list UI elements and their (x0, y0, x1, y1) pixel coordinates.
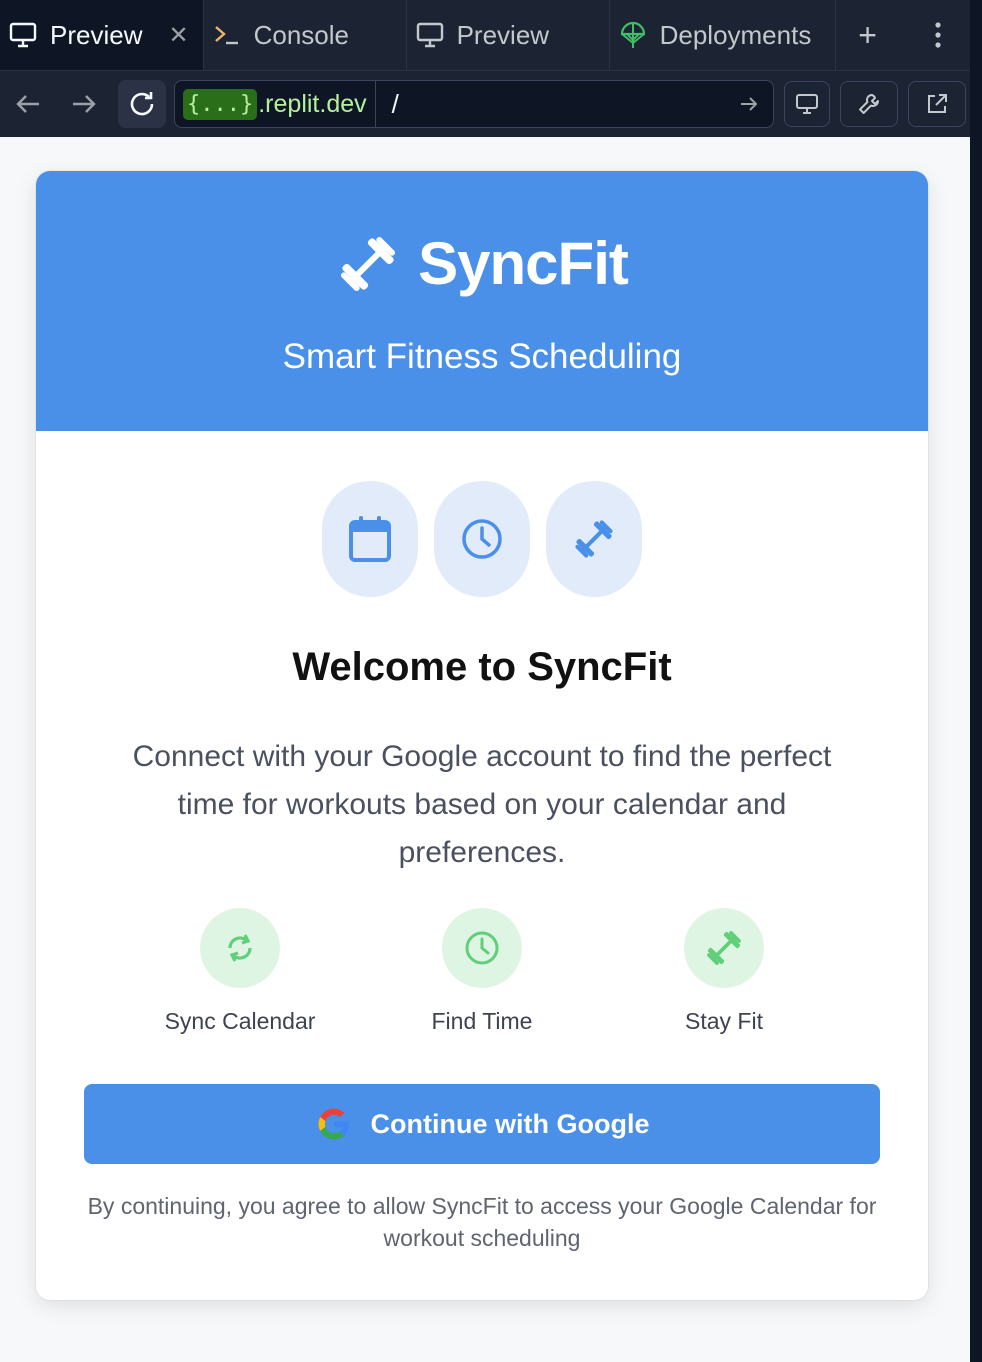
preview-viewport: SyncFit Smart Fitness Scheduling Welcome… (0, 137, 970, 1362)
step-find-time: Find Time (402, 908, 562, 1035)
tab-console[interactable]: Console (204, 0, 407, 70)
url-domain: .replit.dev (258, 89, 367, 118)
devtools-button[interactable] (840, 81, 898, 127)
tab-label: Deployments (659, 19, 812, 50)
monitor-icon (796, 94, 818, 114)
url-bar[interactable]: {...} .replit.dev / (174, 80, 774, 128)
reload-icon (130, 92, 154, 116)
dumbbell-icon (341, 236, 396, 291)
step-sync-calendar: Sync Calendar (160, 908, 320, 1035)
wrench-icon (859, 93, 880, 114)
forward-button[interactable] (60, 80, 108, 128)
continue-with-google-button[interactable]: Continue with Google (84, 1084, 880, 1164)
plus-icon: + (858, 16, 877, 53)
dumbbell-icon (575, 520, 613, 558)
brand: SyncFit (36, 229, 928, 298)
arrow-right-icon (73, 95, 96, 113)
step-icon-circle (684, 908, 764, 988)
tab-menu-button[interactable] (906, 0, 970, 70)
login-card: SyncFit Smart Fitness Scheduling Welcome… (36, 171, 928, 1300)
sync-icon (228, 934, 252, 962)
device-preview-button[interactable] (784, 81, 830, 127)
url-go-button[interactable] (725, 95, 773, 113)
dumbbell-pill (546, 481, 642, 597)
intro-text: Connect with your Google account to find… (132, 740, 832, 869)
workspace-tab-bar: Preview ✕ Console Preview Deployments + (0, 0, 970, 71)
reload-button[interactable] (118, 80, 166, 128)
add-tab-button[interactable]: + (836, 0, 900, 70)
tab-preview-active[interactable]: Preview ✕ (0, 0, 204, 70)
arrow-right-icon (741, 97, 758, 111)
url-repl-tag: {...} (183, 88, 258, 120)
step-stay-fit: Stay Fit (644, 908, 804, 1035)
app-name: SyncFit (418, 230, 629, 297)
step-icon-circle (200, 908, 280, 988)
step-label: Stay Fit (685, 1008, 763, 1034)
step-icon-circle (442, 908, 522, 988)
tab-label: Preview (50, 19, 143, 50)
calendar-icon (349, 516, 391, 562)
url-path-input[interactable]: / (392, 89, 725, 120)
external-link-icon (928, 94, 947, 113)
google-button-label: Continue with Google (370, 1108, 650, 1139)
clock-icon (465, 931, 499, 965)
consent-disclaimer: By continuing, you agree to allow SyncFi… (87, 1193, 877, 1251)
dumbbell-icon (707, 931, 741, 965)
feature-pills (36, 481, 928, 597)
monitor-icon (415, 20, 445, 50)
tab-label: Preview (456, 19, 550, 50)
feature-steps: Sync Calendar Find Time Stay Fit (36, 908, 928, 1035)
close-icon[interactable]: ✕ (168, 21, 188, 50)
deploy-icon (618, 20, 648, 50)
open-new-tab-button[interactable] (908, 81, 966, 127)
calendar-pill (322, 481, 418, 597)
tab-preview[interactable]: Preview (407, 0, 610, 70)
kebab-menu-icon (935, 22, 941, 48)
tab-deployments[interactable]: Deployments (610, 0, 836, 70)
app-tagline: Smart Fitness Scheduling (282, 337, 682, 376)
window-edge (970, 0, 982, 1362)
clock-icon (462, 519, 502, 559)
arrow-left-icon (16, 95, 39, 113)
clock-pill (434, 481, 530, 597)
monitor-icon (8, 20, 38, 50)
url-host: {...} .replit.dev (175, 81, 376, 127)
step-label: Sync Calendar (164, 1008, 316, 1034)
back-button[interactable] (4, 80, 52, 128)
tab-label: Console (253, 19, 349, 50)
card-header: SyncFit Smart Fitness Scheduling (36, 171, 928, 431)
step-label: Find Time (431, 1008, 533, 1034)
welcome-heading: Welcome to SyncFit (292, 645, 672, 689)
preview-address-bar: {...} .replit.dev / (0, 71, 970, 137)
google-logo-icon (318, 1108, 349, 1140)
terminal-icon (212, 20, 242, 50)
